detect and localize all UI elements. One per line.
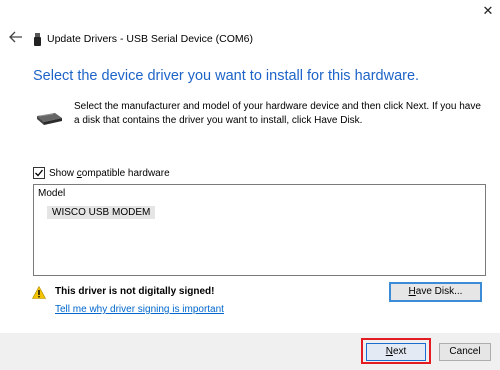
next-button[interactable]: Next [366, 343, 426, 361]
usb-plug-icon [34, 32, 41, 46]
warning-icon [32, 286, 46, 299]
show-compatible-checkbox[interactable]: Show compatible hardware [33, 167, 170, 179]
instruction-text: Select the manufacturer and model of you… [74, 101, 481, 126]
back-arrow-icon[interactable] [8, 30, 24, 44]
cancel-button[interactable]: Cancel [439, 343, 491, 361]
driver-signing-link[interactable]: Tell me why driver signing is important [55, 304, 224, 315]
list-item[interactable]: WISCO USB MODEM [47, 206, 156, 219]
unsigned-warning: This driver is not digitally signed! [55, 286, 215, 297]
have-disk-button[interactable]: Have Disk... [389, 282, 482, 302]
model-column-header: Model [38, 188, 66, 199]
checkbox-checked-icon[interactable] [33, 167, 45, 179]
hardware-device-icon [37, 113, 62, 125]
title-text: Update Drivers - USB Serial Device (COM6… [47, 33, 253, 45]
close-button[interactable]: ✕ [481, 4, 495, 18]
show-compatible-label: Show compatible hardware [49, 167, 170, 179]
window-title: Update Drivers - USB Serial Device (COM6… [34, 32, 253, 46]
page-heading: Select the device driver you want to ins… [33, 68, 420, 84]
model-list[interactable]: Model WISCO USB MODEM [33, 184, 486, 276]
